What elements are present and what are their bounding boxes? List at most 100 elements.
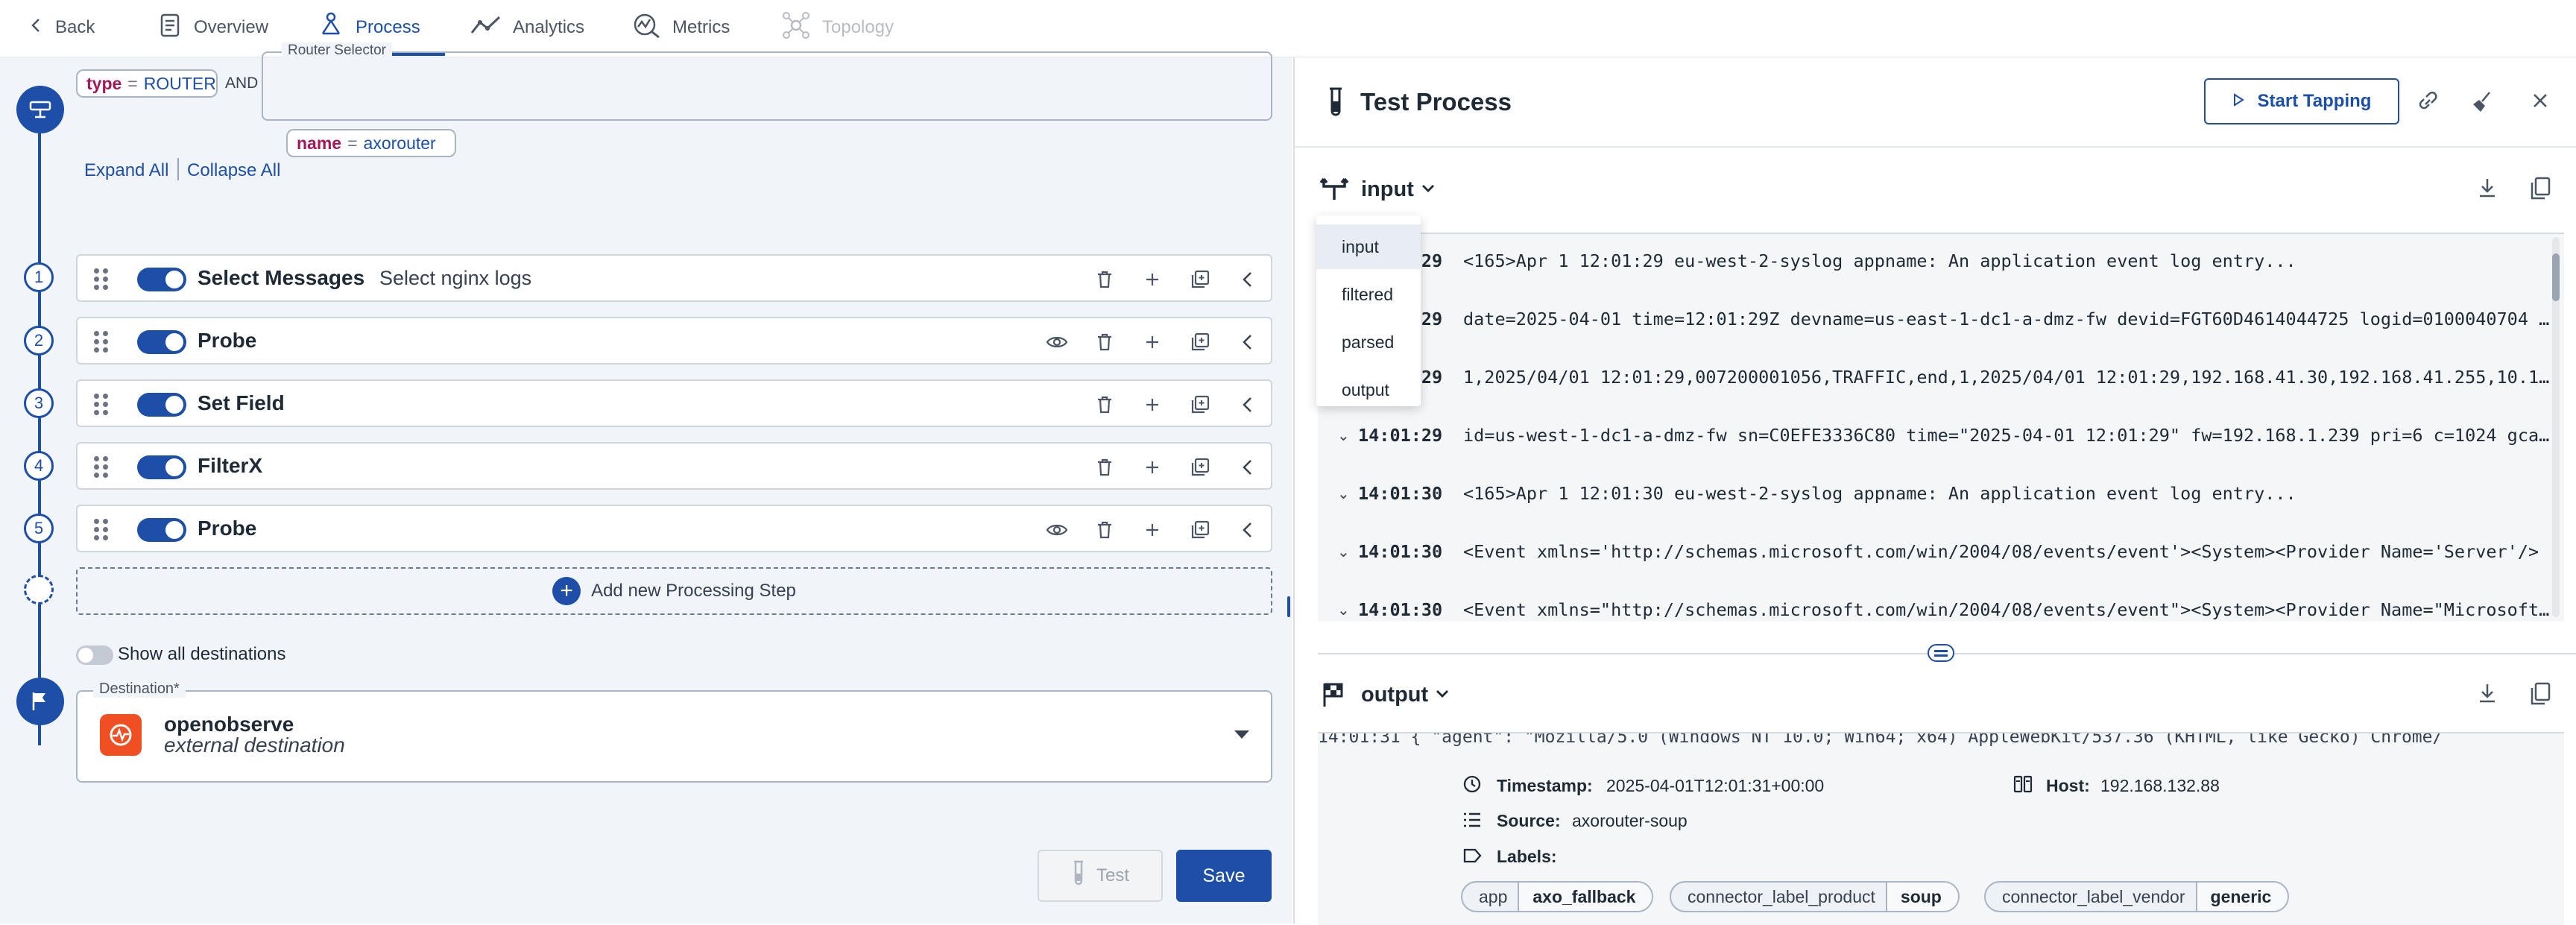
expand-all-link[interactable]: Expand All <box>84 160 168 181</box>
processing-step[interactable]: Select Messages Select nginx logs <box>76 254 1272 302</box>
openobserve-logo-icon <box>100 714 142 756</box>
step-number: 4 <box>24 451 54 481</box>
save-button[interactable]: Save <box>1176 850 1272 902</box>
collapse-all-link[interactable]: Collapse All <box>187 160 280 181</box>
chevron-left-icon[interactable] <box>1234 329 1261 356</box>
plus-icon[interactable] <box>1139 391 1166 418</box>
log-row[interactable]: ⌄ 14:01:30 <Event xmlns='http://schemas.… <box>1318 525 2555 577</box>
input-log-list[interactable]: ⌄ 14:01:29 <165>Apr 1 12:01:29 eu-west-2… <box>1318 233 2564 622</box>
drag-handle-icon[interactable] <box>94 268 110 291</box>
chevron-left-icon[interactable] <box>1234 454 1261 481</box>
source-value: axorouter-soup <box>1572 811 1688 830</box>
step-enable-toggle[interactable] <box>137 393 186 417</box>
plus-icon[interactable] <box>1139 454 1166 481</box>
log-row[interactable]: ⌄ 14:01:29 date=2025-04-01 time=12:01:29… <box>1318 292 2555 344</box>
tab-label: Process <box>356 17 420 37</box>
step-description: Select nginx logs <box>379 267 532 289</box>
duplicate-icon[interactable] <box>1187 517 1213 543</box>
chevron-left-icon[interactable] <box>1234 266 1261 293</box>
chevron-down-icon[interactable] <box>1435 689 1450 703</box>
download-icon[interactable] <box>2476 176 2498 203</box>
step-number: 2 <box>24 326 54 356</box>
chevron-down-icon[interactable]: ⌄ <box>1337 484 1350 503</box>
chevron-down-icon[interactable] <box>1421 183 1436 198</box>
close-icon[interactable] <box>2529 89 2551 116</box>
trash-icon[interactable] <box>1091 329 1118 356</box>
clear-brush-icon[interactable] <box>2470 89 2496 119</box>
tab-label: Analytics <box>513 17 585 37</box>
labels-label: Labels: <box>1497 847 1557 866</box>
duplicate-icon[interactable] <box>1187 329 1213 356</box>
log-row[interactable]: ⌄ 14:01:30 <Event xmlns="http://schemas.… <box>1318 583 2555 622</box>
selector-pill-type[interactable]: type = ROUTER <box>76 69 218 98</box>
divider <box>177 158 179 180</box>
output-stage-selector[interactable]: output <box>1361 683 1428 707</box>
step-title: Probe <box>198 517 257 540</box>
divider <box>1295 146 2576 148</box>
step-enable-toggle[interactable] <box>137 455 186 479</box>
link-icon[interactable] <box>2415 89 2440 119</box>
selector-pill-name[interactable]: name = axorouter <box>286 129 456 157</box>
source-label: Source: <box>1497 811 1561 830</box>
drag-handle-icon[interactable] <box>94 519 110 541</box>
plus-icon[interactable] <box>1139 266 1166 293</box>
section-resize-handle[interactable] <box>1928 644 1954 662</box>
back-button[interactable]: Back <box>28 0 95 55</box>
processing-step[interactable]: FilterX <box>76 442 1272 490</box>
dropdown-option-input[interactable]: input <box>1316 224 1421 269</box>
add-processing-step-button[interactable]: + Add new Processing Step <box>76 567 1272 615</box>
step-enable-toggle[interactable] <box>137 330 186 354</box>
dropdown-arrow-icon[interactable] <box>1234 730 1249 739</box>
processing-step[interactable]: Probe <box>76 505 1272 552</box>
dropdown-option-filtered[interactable]: filtered <box>1316 272 1421 317</box>
trash-icon[interactable] <box>1091 391 1118 418</box>
step-enable-toggle[interactable] <box>137 518 186 542</box>
step-title: Select Messages <box>198 266 365 289</box>
process-icon <box>317 11 345 45</box>
dropdown-option-output[interactable]: output <box>1316 367 1421 412</box>
input-stage-selector[interactable]: input <box>1361 177 1414 202</box>
copy-icon[interactable] <box>2528 176 2552 205</box>
trash-icon[interactable] <box>1091 517 1118 543</box>
router-selector-field[interactable] <box>262 51 1272 121</box>
host-value: 192.168.132.88 <box>2100 776 2220 795</box>
chevron-left-icon[interactable] <box>1234 517 1261 543</box>
log-row[interactable]: ⌄ 14:01:30 <165>Apr 1 12:01:30 eu-west-2… <box>1318 467 2555 519</box>
router-selector-label: Router Selector <box>282 42 393 59</box>
drag-handle-icon[interactable] <box>94 456 110 479</box>
processing-step[interactable]: Probe <box>76 317 1272 364</box>
trash-icon[interactable] <box>1091 454 1118 481</box>
plus-icon[interactable] <box>1139 329 1166 356</box>
show-all-destinations-toggle[interactable] <box>76 645 113 665</box>
duplicate-icon[interactable] <box>1187 391 1213 418</box>
back-label: Back <box>55 17 95 37</box>
drag-handle-icon[interactable] <box>94 331 110 353</box>
duplicate-icon[interactable] <box>1187 266 1213 293</box>
copy-icon[interactable] <box>2528 681 2552 710</box>
chevron-left-icon[interactable] <box>1234 391 1261 418</box>
chevron-down-icon[interactable]: ⌄ <box>1337 426 1350 445</box>
processing-step[interactable]: Set Field <box>76 379 1272 427</box>
chevron-down-icon[interactable]: ⌄ <box>1337 543 1350 561</box>
eye-icon[interactable] <box>1044 329 1070 356</box>
download-icon[interactable] <box>2476 681 2498 709</box>
start-tapping-button[interactable]: Start Tapping <box>2204 78 2399 124</box>
trash-icon[interactable] <box>1091 266 1118 293</box>
step-enable-toggle[interactable] <box>137 268 186 291</box>
tab-metrics[interactable]: Metrics <box>632 0 730 55</box>
step-number: 3 <box>24 388 54 418</box>
log-row[interactable]: ⌄ 14:01:29 1,2025/04/01 12:01:29,0072000… <box>1318 350 2555 402</box>
scrollbar-thumb[interactable] <box>2552 253 2560 301</box>
duplicate-icon[interactable] <box>1187 454 1213 481</box>
log-row[interactable]: ⌄ 14:01:29 id=us-west-1-dc1-a-dmz-fw sn=… <box>1318 408 2555 461</box>
eye-icon[interactable] <box>1044 517 1070 543</box>
new-step-placeholder <box>24 575 54 604</box>
log-row[interactable]: ⌄ 14:01:29 <165>Apr 1 12:01:29 eu-west-2… <box>1318 234 2555 286</box>
dropdown-option-parsed[interactable]: parsed <box>1316 320 1421 364</box>
drag-handle-icon[interactable] <box>94 394 110 416</box>
plus-icon[interactable] <box>1139 517 1166 543</box>
document-icon <box>157 12 183 44</box>
tab-analytics[interactable]: Analytics <box>470 0 584 55</box>
chevron-down-icon[interactable]: ⌄ <box>1337 601 1350 619</box>
tab-overview[interactable]: Overview <box>157 0 268 55</box>
